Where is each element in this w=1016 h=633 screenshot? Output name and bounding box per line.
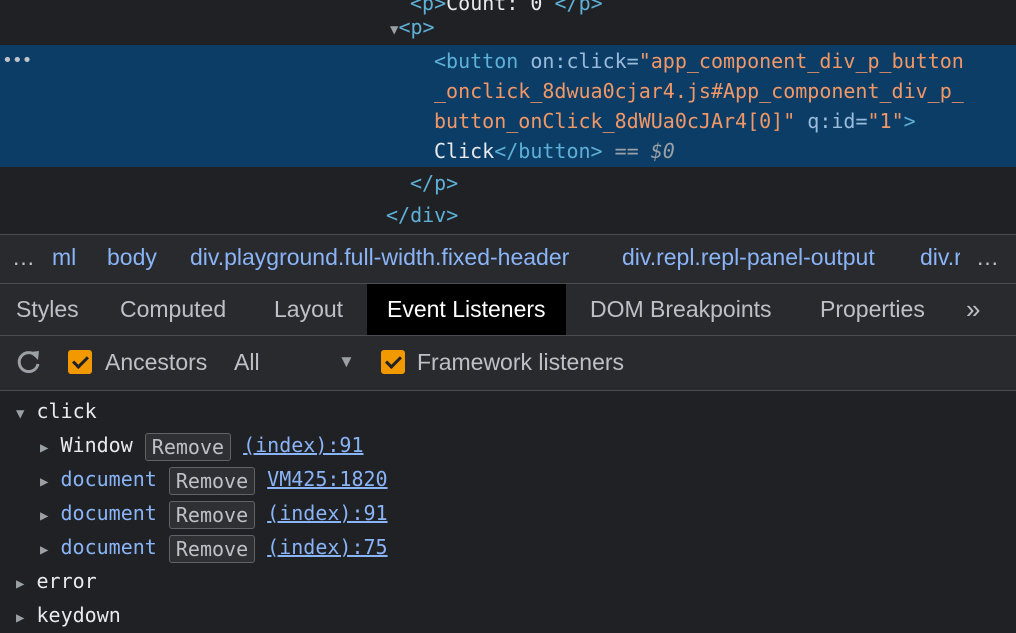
listener-node[interactable]: document [60, 467, 156, 491]
tab-styles[interactable]: Styles [16, 284, 79, 335]
breadcrumb: … ml body div.playground.full-width.fixe… [0, 234, 1016, 284]
p-count-text: Count: 0 [446, 0, 555, 15]
button-text: Click [434, 139, 495, 163]
onclick-attr-name: on:click= [518, 49, 639, 73]
remove-button[interactable]: Remove [168, 466, 256, 495]
source-link[interactable]: (index):91 [267, 501, 387, 525]
source-link[interactable]: VM425:1820 [267, 467, 387, 491]
listener-row[interactable]: ▶ document Remove VM425:1820 [40, 464, 388, 495]
tab-event-listeners[interactable]: Event Listeners [367, 284, 566, 335]
listener-row[interactable]: ▶ document Remove (index):75 [40, 532, 388, 563]
button-open-tag: <button [434, 49, 519, 73]
div-close-tag: </div> [386, 203, 459, 227]
listener-row[interactable]: ▶ document Remove (index):91 [40, 498, 388, 529]
breadcrumb-item-playground[interactable]: div.playground.full-width.fixed-header [190, 244, 569, 271]
expand-triangle-icon[interactable]: ▼ [16, 406, 24, 422]
dom-line-button-2: _onclick_8dwua0cjar4.js#App_component_di… [434, 76, 964, 106]
more-tabs-icon[interactable]: » [966, 284, 980, 335]
onclick-attr-value-3: button_onClick_8dWUa0cJAr4[0]" [434, 109, 796, 133]
remove-button[interactable]: Remove [168, 500, 256, 529]
p-close-tag: </p> [410, 171, 459, 195]
expand-triangle-icon[interactable]: ▶ [16, 576, 24, 592]
event-listeners-tree: ▼ click ▶ Window Remove (index):91 ▶ doc… [0, 391, 1016, 631]
dom-line-div-close[interactable]: </div> [386, 200, 458, 230]
event-name: click [36, 399, 97, 423]
tag-close-bracket: > [903, 109, 916, 133]
button-close-tag: </button> [494, 139, 603, 163]
dom-line-p-count[interactable]: <p>Count: 0 </p> [410, 0, 603, 18]
expand-triangle-icon[interactable]: ▶ [40, 542, 48, 558]
dom-line-p-close[interactable]: </p> [410, 168, 458, 198]
breadcrumb-more-icon: … [976, 244, 999, 270]
tab-layout[interactable]: Layout [274, 284, 343, 335]
source-link[interactable]: (index):91 [243, 433, 363, 457]
qid-attr-name: q:id= [795, 109, 868, 133]
framework-listeners-label: Framework listeners [417, 349, 625, 375]
console-ref: == $0 [602, 139, 675, 163]
more-options-icon[interactable]: ••• [2, 50, 32, 71]
event-name: error [36, 569, 97, 593]
framework-listeners-checkbox[interactable] [381, 350, 405, 374]
breadcrumb-scroll-right[interactable]: … [960, 235, 1016, 283]
dom-tree-panel: <p>Count: 0 </p> ▼<p> ••• <button on:cli… [0, 0, 1016, 234]
dom-line-button-3: button_onClick_8dWUa0cJAr4[0]" q:id="1"> [434, 106, 916, 136]
listener-filter-select[interactable]: All [234, 349, 260, 376]
event-group-keydown[interactable]: ▶ keydown [16, 600, 121, 630]
tab-computed[interactable]: Computed [120, 284, 226, 335]
breadcrumb-item-repl[interactable]: div.repl.repl-panel-output [622, 244, 875, 271]
remove-button[interactable]: Remove [144, 432, 232, 461]
breadcrumb-scroll-left[interactable]: … [12, 244, 35, 271]
p-open-tag: <p> [398, 15, 435, 39]
dom-line-button-4: Click</button> == $0 [434, 136, 675, 166]
expand-triangle-icon[interactable]: ▶ [16, 610, 24, 626]
dom-line-button-1: <button on:click="app_component_div_p_bu… [434, 46, 964, 76]
listeners-toolbar: Ancestors All ▼ Framework listeners [0, 336, 1016, 391]
dropdown-arrow-icon[interactable]: ▼ [338, 352, 355, 372]
expand-triangle-icon[interactable]: ▶ [40, 474, 48, 490]
ancestors-label: Ancestors [105, 349, 208, 375]
expand-triangle-icon[interactable]: ▶ [40, 440, 48, 456]
tab-properties[interactable]: Properties [820, 284, 925, 335]
onclick-attr-value-2: _onclick_8dwua0cjar4.js#App_component_di… [434, 79, 964, 103]
listener-node: Window [60, 433, 133, 457]
dom-line-p-open[interactable]: ▼<p> [390, 12, 435, 42]
qid-attr-value: "1" [867, 109, 904, 133]
listener-row[interactable]: ▶ Window Remove (index):91 [40, 430, 364, 461]
remove-button[interactable]: Remove [168, 534, 256, 563]
onclick-attr-value-1: "app_component_div_p_button [638, 49, 964, 73]
tab-dom-breakpoints[interactable]: DOM Breakpoints [590, 284, 772, 335]
breadcrumb-item-body[interactable]: body [107, 244, 157, 271]
source-link[interactable]: (index):75 [267, 535, 387, 559]
expand-triangle-icon[interactable]: ▶ [40, 508, 48, 524]
listener-node[interactable]: document [60, 501, 156, 525]
refresh-icon[interactable] [14, 347, 44, 377]
event-name: keydown [36, 603, 121, 627]
sidebar-tabs: Styles Computed Layout Event Listeners D… [0, 284, 1016, 336]
breadcrumb-item-div-r[interactable]: div.r [920, 244, 962, 271]
breadcrumb-item-html[interactable]: ml [52, 244, 76, 271]
event-group-click[interactable]: ▼ click [16, 396, 97, 426]
ancestors-checkbox[interactable] [68, 350, 92, 374]
listener-node[interactable]: document [60, 535, 156, 559]
event-group-error[interactable]: ▶ error [16, 566, 97, 596]
